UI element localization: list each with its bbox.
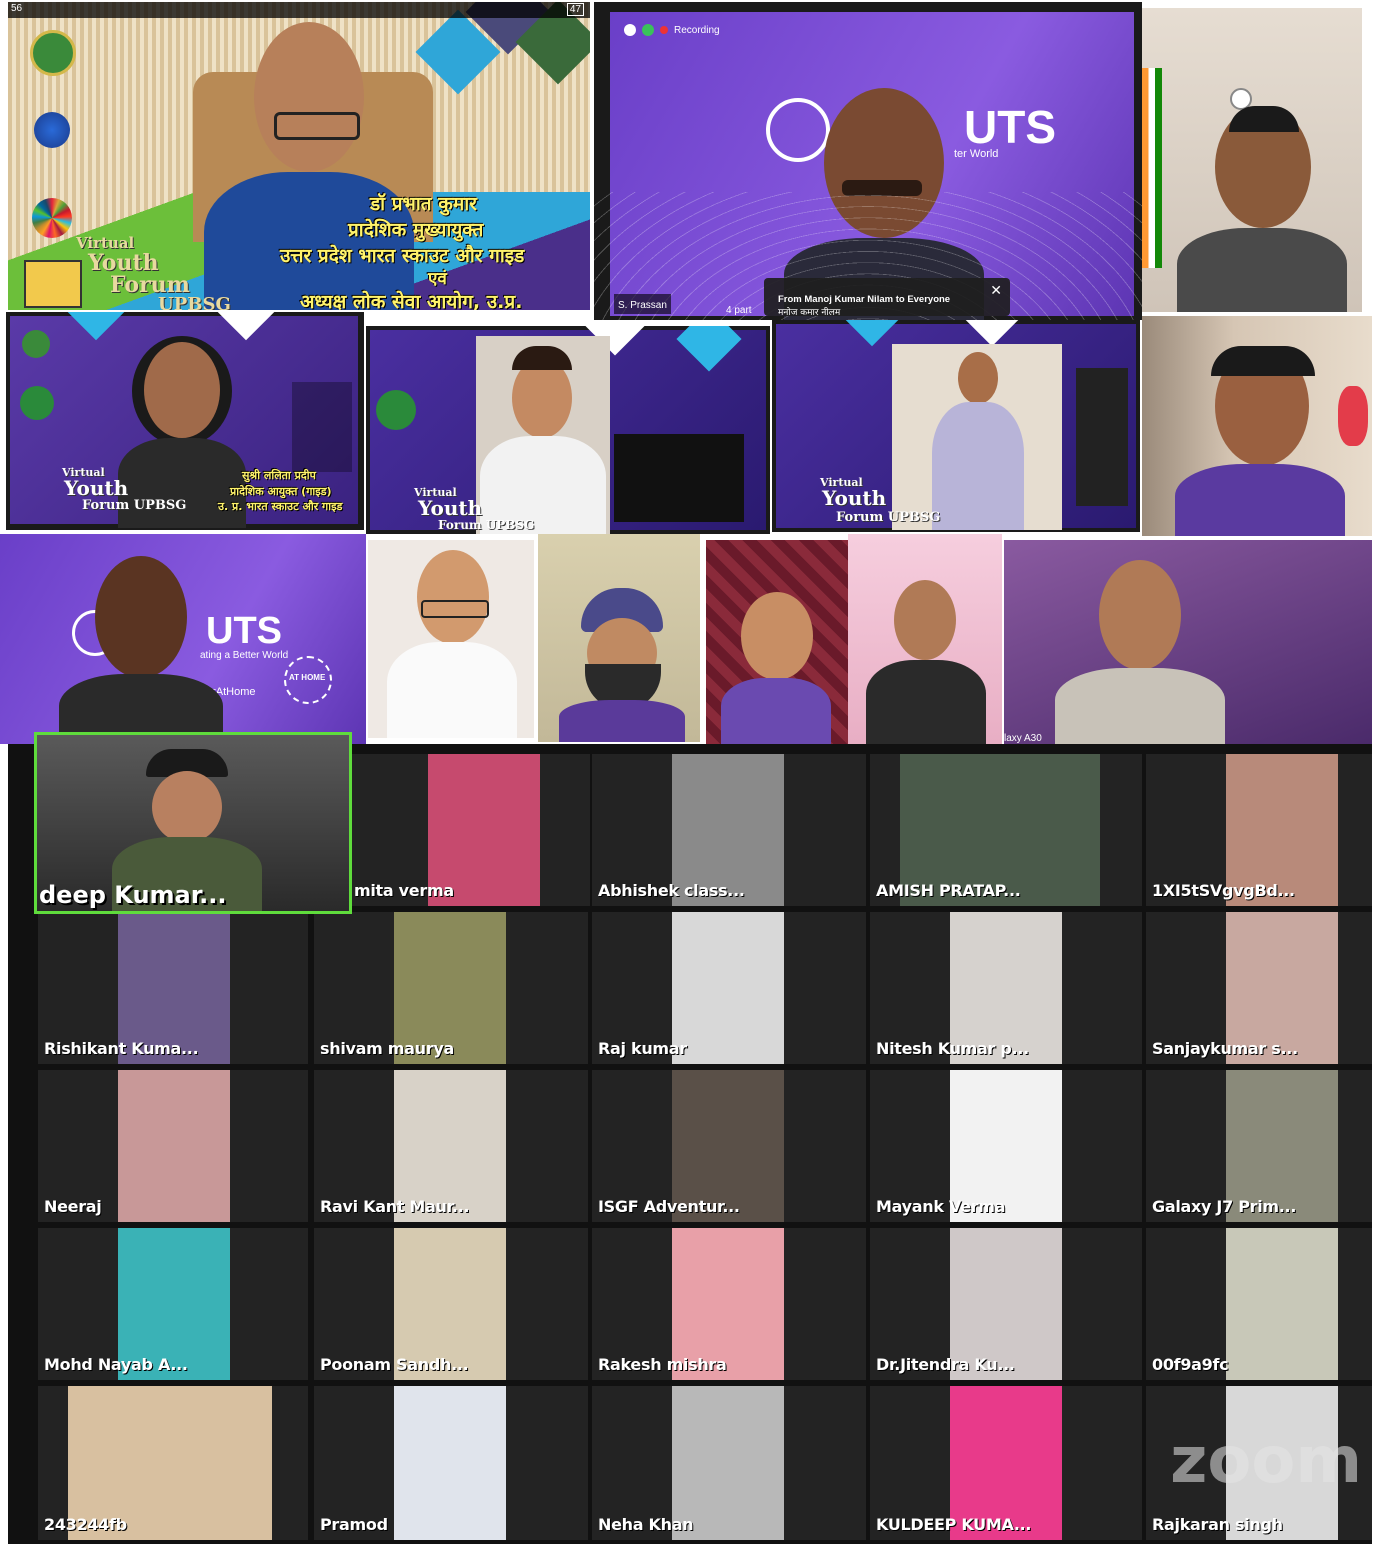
- participant-tile[interactable]: Nitesh Kumar p...: [870, 912, 1142, 1064]
- chat-message: मनोज कमार नीलम: [778, 308, 841, 318]
- participant-tile[interactable]: Rakesh mishra: [592, 1228, 866, 1380]
- youth-label: Youth: [418, 496, 483, 520]
- tile-young-scout: [848, 534, 1002, 744]
- forum-label: Forum UPBSG: [836, 510, 941, 525]
- recording-label: Recording: [674, 24, 720, 36]
- speaker-figure: [721, 592, 831, 744]
- speaker-figure: [1177, 106, 1347, 312]
- scouts-logo-text: UTS: [206, 610, 282, 652]
- participant-tile[interactable]: ISGF Adventur...: [592, 1070, 866, 1222]
- speaker-figure: [559, 588, 685, 742]
- caption-line-5: अध्यक्ष लोक सेवा आयोग, उ.प्र.: [300, 291, 523, 310]
- tile-young-man-purple: laxy A30: [1004, 540, 1372, 746]
- participant-thumbnails: [1076, 368, 1128, 506]
- video-call-collage: 56 47 डॉ प्रभात कुमार प्रादेशिक मुख्यायु…: [0, 0, 1376, 1549]
- participant-tile[interactable]: 00f9a9fc: [1146, 1228, 1372, 1380]
- flag: [1142, 68, 1162, 268]
- participant-tile[interactable]: Galaxy J7 Prim...: [1146, 1070, 1372, 1222]
- forum-logo-icon: [24, 260, 82, 308]
- tile-lalita-pradeep: सुश्री ललिता प्रदीप प्रादेशिक आयुक्त (गा…: [6, 312, 364, 530]
- participant-tile[interactable]: Poonam Sandh...: [314, 1228, 588, 1380]
- tile-presenter-glasses: Virtual Youth Forum UPBSG: [366, 326, 770, 534]
- participant-tile[interactable]: Rishikant Kuma...: [38, 912, 308, 1064]
- chat-sender: From Manoj Kumar Nilam to Everyone: [778, 294, 951, 305]
- tile-scout-leader-1: [1142, 8, 1362, 312]
- speaker-figure: [387, 550, 517, 738]
- forum-label: Forum UPBSG: [438, 518, 535, 532]
- participant-tile[interactable]: Neha Khan: [592, 1386, 866, 1540]
- participant-tile[interactable]: Neeraj: [38, 1070, 308, 1222]
- shield-icon: [642, 24, 654, 36]
- tile-doctor: [368, 540, 534, 738]
- hands-globe-icon: [376, 390, 416, 430]
- participant-tile[interactable]: AMISH PRATAP...: [870, 754, 1142, 906]
- caption-line-1: डॉ प्रभात कुमार: [370, 193, 477, 215]
- participant-tile[interactable]: Mohd Nayab A...: [38, 1228, 308, 1380]
- participant-tile[interactable]: KULDEEP KUMA...: [870, 1386, 1142, 1540]
- participant-tile[interactable]: 243244fb: [38, 1386, 308, 1540]
- tile-sikh-gentleman: [538, 534, 700, 742]
- youth-label: Youth: [822, 486, 887, 510]
- chat-popup[interactable]: From Manoj Kumar Nilam to Everyone मनोज …: [764, 278, 1010, 318]
- caption-line-3: उत्तर प्रदेश भारत स्काउट और गाइड: [280, 245, 525, 267]
- participant-tile[interactable]: 1XI5tSVgvgBd...: [1146, 754, 1372, 906]
- hands-globe-icon: [20, 386, 54, 420]
- participant-tile[interactable]: Abhishek class...: [592, 754, 866, 906]
- scouts-logo-text: UTS: [964, 101, 1056, 153]
- forum-label: Forum UPBSG: [82, 498, 187, 513]
- caption-line-3: उ. प्र. भारत स्काउट और गाइड: [218, 500, 343, 513]
- recording-indicator: Recording: [624, 24, 720, 36]
- upbsg-label: UPBSG: [158, 294, 231, 310]
- participant-tile[interactable]: Ravi Kant Maur...: [314, 1070, 588, 1222]
- record-dot-icon: [660, 26, 668, 34]
- tile-smiling-lady: [706, 540, 848, 744]
- sdg-wheel-icon: [32, 198, 72, 238]
- camera-feed: [892, 344, 1062, 530]
- scout-emblem-icon: [30, 30, 76, 76]
- close-icon[interactable]: ✕: [990, 282, 1002, 299]
- zoom-watermark: zoom: [1170, 1424, 1362, 1498]
- status-bar: 56 47: [8, 2, 590, 18]
- battery-indicator: 47: [566, 3, 584, 16]
- participant-tile[interactable]: Mayank Verma: [870, 1070, 1142, 1222]
- caption-line-1: सुश्री ललिता प्रदीप: [242, 469, 316, 482]
- participants-count: 4 part: [726, 305, 752, 316]
- participant-thumbnails: [614, 434, 744, 522]
- speaker-figure: [1175, 346, 1345, 536]
- youth-label: Youth: [64, 476, 129, 500]
- participant-tile[interactable]: Pramod: [314, 1386, 588, 1540]
- tile-scout-leader-headphones: [1142, 316, 1372, 536]
- camera-feed: [476, 336, 610, 534]
- signal-indicator: 56: [11, 3, 23, 14]
- caption-line-4: एवं: [428, 269, 447, 289]
- participant-tile[interactable]: mita verma: [348, 754, 590, 906]
- scout-emblem-icon: [22, 330, 50, 358]
- speaker-figure: [1055, 560, 1225, 746]
- globe-icon: [34, 112, 70, 148]
- at-home-badge-icon: AT HOME: [284, 656, 332, 704]
- tile-prabhat-kumar: 56 47 डॉ प्रभात कुमार प्रादेशिक मुख्यायु…: [8, 2, 590, 310]
- speaker-figure: [59, 556, 223, 744]
- participant-tile[interactable]: Sanjaykumar s...: [1146, 912, 1372, 1064]
- name-tag: S. Prassan: [614, 294, 671, 314]
- active-speaker-tile[interactable]: deep Kumar...: [34, 732, 352, 914]
- tile-scouts-presenter: Recording UTS ter World S. Prassan 4 par…: [594, 2, 1142, 320]
- caption-line-2: प्रादेशिक आयुक्त (गाइड): [230, 485, 332, 498]
- tile-scouts-at-home: UTS ating a Better World AT HOME erAtHom…: [0, 534, 366, 744]
- info-icon: [624, 24, 636, 36]
- participant-tile[interactable]: Dr.Jitendra Ku...: [870, 1228, 1142, 1380]
- tile-comedian-presenter: Virtual Youth Forum UPBSG: [772, 320, 1140, 532]
- speaker-figure: [866, 580, 986, 744]
- device-label: laxy A30: [1004, 733, 1042, 744]
- participant-sidebar: [292, 382, 352, 472]
- participant-tile[interactable]: shivam maurya: [314, 912, 588, 1064]
- participant-tile[interactable]: Raj kumar: [592, 912, 866, 1064]
- caption-line-2: प्रादेशिक मुख्यायुक्त: [348, 219, 484, 241]
